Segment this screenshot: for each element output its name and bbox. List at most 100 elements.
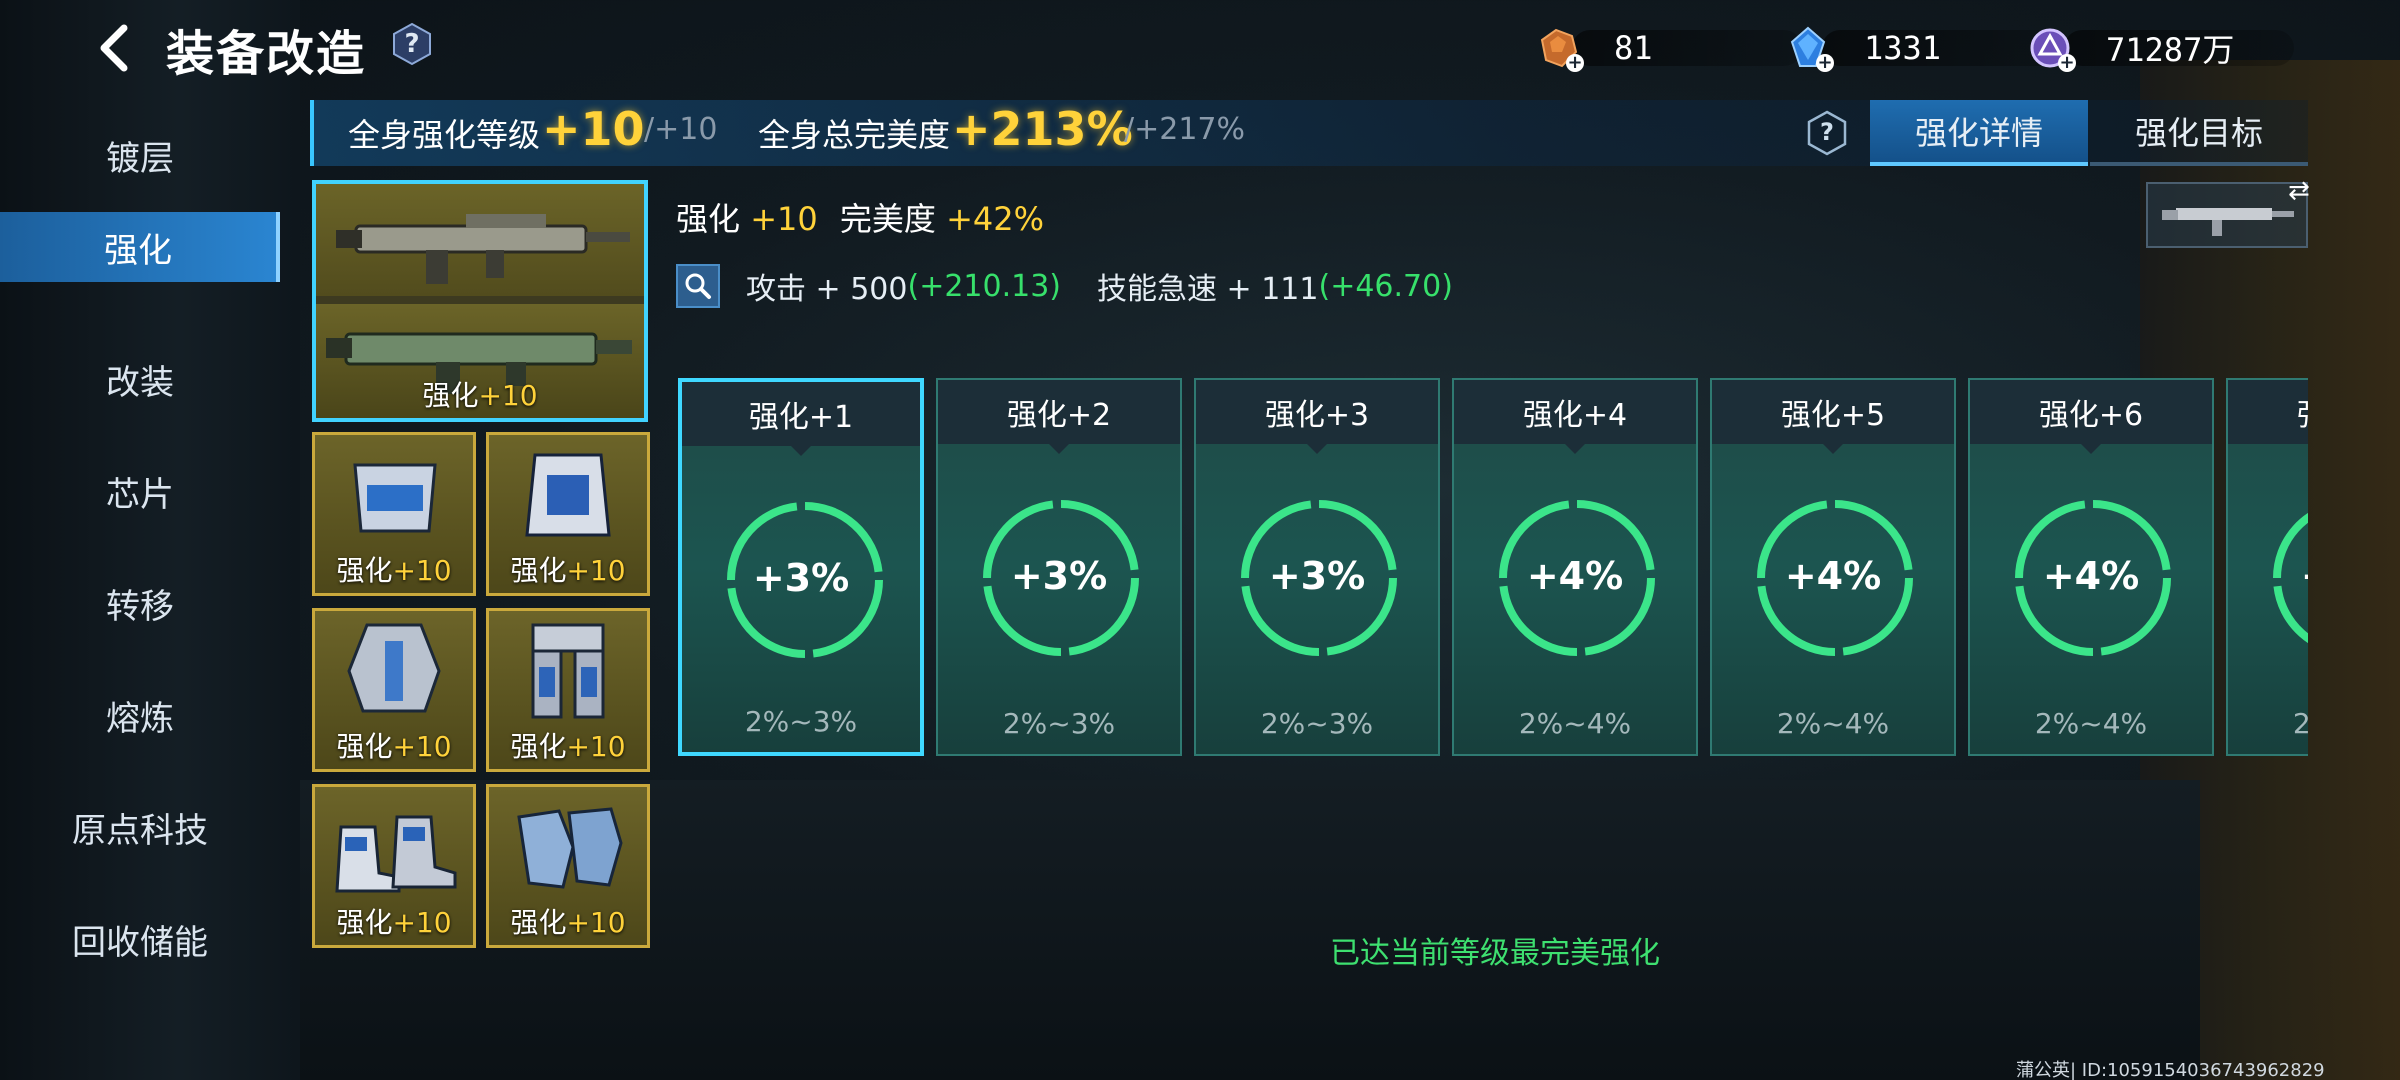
enhance-card-list: 强化+1 +3% 2%~3% 强化+2 +3% 2%~3% 强化+3 +3% 2… bbox=[678, 378, 2308, 758]
chest-armor-icon bbox=[525, 453, 611, 537]
card-range: 2%~4% bbox=[2034, 707, 2148, 740]
weapon-preview-button[interactable] bbox=[2146, 182, 2308, 248]
currency-crystal[interactable]: + 1331 bbox=[1786, 26, 2062, 73]
top-bar: 装备改造 ? + 81 + 1331 + 71287万 bbox=[0, 0, 2400, 96]
enhance-prefix: 强化 bbox=[510, 730, 567, 763]
card-range: 2%~3% bbox=[1260, 707, 1374, 740]
ore-icon: + bbox=[1536, 26, 1584, 72]
total-perfect-value: +213% bbox=[952, 102, 1133, 156]
card-range: 2%~4% bbox=[1776, 707, 1890, 740]
page-title: 装备改造 bbox=[166, 26, 367, 82]
gear-level-label: 强化+10 bbox=[489, 901, 647, 941]
nav-item-smelt[interactable]: 熔炼 bbox=[0, 680, 280, 750]
card-title: 强化+6 bbox=[1970, 380, 2212, 454]
enhance-card-4[interactable]: 强化+4 +4% 2%~4% bbox=[1452, 378, 1698, 756]
total-perfect-max: /+217% bbox=[1124, 112, 1246, 147]
gear-slot-suit[interactable]: 强化+10 bbox=[312, 608, 476, 772]
gear-level-label: 强化+10 bbox=[315, 901, 473, 941]
enhance-level: +10 bbox=[566, 554, 626, 587]
nav-item-recycle[interactable]: 回收储能 bbox=[0, 904, 280, 974]
tab-enhance-details[interactable]: 强化详情 bbox=[1870, 100, 2088, 166]
nav-item-enhance[interactable]: 强化 bbox=[0, 212, 280, 282]
enhance-card-3[interactable]: 强化+3 +3% 2%~3% bbox=[1194, 378, 1440, 756]
stat-row: 攻击 + 500 (+210.13) 技能急速 + 111 (+46.70) bbox=[676, 262, 1453, 310]
card-title: 强化+3 bbox=[1196, 380, 1438, 454]
enhance-prefix: 强化 bbox=[510, 906, 567, 939]
gear-slot-legs[interactable]: 强化+10 bbox=[486, 608, 650, 772]
card-range: 2%~4% bbox=[1518, 707, 1632, 740]
enhance-prefix: 强化 bbox=[336, 554, 393, 587]
gear-slot-helmet[interactable]: 强化+10 bbox=[312, 432, 476, 596]
total-level-value: +10 bbox=[542, 102, 645, 156]
card-percent: +3% bbox=[1268, 554, 1366, 598]
card-percent: +4% bbox=[2042, 554, 2140, 598]
swap-icon[interactable]: ⇄ bbox=[2288, 176, 2310, 206]
back-arrow-icon bbox=[100, 24, 128, 72]
selected-gear-summary: 强化 +10 完美度 +42% bbox=[676, 194, 1044, 240]
purple-orb-icon: + bbox=[2028, 26, 2076, 72]
gear-level-label: 强化+10 bbox=[315, 725, 473, 765]
help-mark: ? bbox=[404, 29, 420, 59]
rifle-icon bbox=[336, 214, 630, 284]
haste-bonus: (+46.70) bbox=[1318, 268, 1453, 304]
perfect-label: 完美度 bbox=[839, 200, 936, 238]
enhance-level: +10 bbox=[566, 906, 626, 939]
enhance-prefix: 强化 bbox=[422, 379, 479, 412]
back-button[interactable] bbox=[84, 18, 144, 78]
enhance-level: +10 bbox=[392, 906, 452, 939]
card-percent: +4% bbox=[1526, 554, 1624, 598]
card-title: 强化+1 bbox=[682, 382, 920, 456]
perfect-value: +42% bbox=[946, 200, 1045, 238]
currency-pill bbox=[1822, 30, 2062, 66]
card-title: 强化+4 bbox=[1454, 380, 1696, 454]
nav-item-plating[interactable]: 镀层 bbox=[0, 120, 280, 190]
nav-item-chip[interactable]: 芯片 bbox=[0, 456, 280, 526]
enhance-level: +10 bbox=[478, 379, 538, 412]
nav-item-origin-tech[interactable]: 原点科技 bbox=[0, 792, 280, 862]
footer-user-id: 蒲公英| ID:1059154036743962829 bbox=[2016, 1060, 2325, 1080]
total-perfect-label: 全身总完美度 bbox=[758, 116, 951, 154]
search-icon bbox=[685, 273, 711, 299]
currency-ore[interactable]: + 81 bbox=[1536, 26, 1802, 72]
enhance-level: +10 bbox=[566, 730, 626, 763]
tab-enhance-target[interactable]: 强化目标 bbox=[2090, 100, 2308, 166]
gear-slot-armor[interactable]: 强化+10 bbox=[486, 432, 650, 596]
enhance-level: +10 bbox=[392, 554, 452, 587]
help-button[interactable]: ? bbox=[392, 22, 432, 66]
attack-bonus: (+210.13) bbox=[907, 268, 1061, 304]
helmet-icon bbox=[353, 463, 437, 533]
gear-slot-weapon[interactable]: 强化+10 bbox=[312, 180, 648, 422]
enhance-card-5[interactable]: 强化+5 +4% 2%~4% bbox=[1710, 378, 1956, 756]
enhance-card-1[interactable]: 强化+1 +3% 2%~3% bbox=[678, 378, 924, 756]
gear-level-label: 强化+10 bbox=[489, 549, 647, 589]
stat-detail-button[interactable] bbox=[676, 264, 720, 308]
card-percent: +3% bbox=[752, 556, 850, 600]
crystal-count: 1331 bbox=[1864, 29, 1942, 67]
leg-armor-icon bbox=[531, 623, 605, 719]
nav-item-modify[interactable]: 改装 bbox=[0, 344, 280, 414]
summary-help-button[interactable]: ? bbox=[1806, 110, 1848, 156]
card-range: 2%~3% bbox=[744, 705, 858, 738]
enhance-prefix: 强化 bbox=[510, 554, 567, 587]
add-ore-icon: + bbox=[1566, 52, 1584, 73]
gear-level-label: 强化+10 bbox=[489, 725, 647, 765]
add-crystal-icon: + bbox=[1816, 52, 1834, 73]
weapon-secondary[interactable]: 强化+10 bbox=[316, 304, 644, 418]
gloves-icon bbox=[517, 807, 623, 889]
card-percent: +4% bbox=[2228, 554, 2308, 598]
total-level-max: /+10 bbox=[644, 112, 718, 147]
weapon-primary[interactable] bbox=[316, 184, 644, 296]
haste-stat: 技能急速 + 111 bbox=[1097, 272, 1319, 307]
enhance-card-2[interactable]: 强化+2 +3% 2%~3% bbox=[936, 378, 1182, 756]
enhance-value: +10 bbox=[750, 200, 818, 238]
gear-slot-gloves[interactable]: 强化+10 bbox=[486, 784, 650, 948]
enhance-card-6[interactable]: 强化+6 +4% 2%~4% bbox=[1968, 378, 2214, 756]
enhance-card-7[interactable]: 强化+7 +4% 2%~4% bbox=[2226, 378, 2308, 756]
gear-slot-boots[interactable]: 强化+10 bbox=[312, 784, 476, 948]
card-percent: +3% bbox=[1010, 554, 1108, 598]
currency-orb[interactable]: + 71287万 bbox=[2028, 26, 2294, 72]
nav-item-transfer[interactable]: 转移 bbox=[0, 568, 280, 638]
enhance-prefix: 强化 bbox=[336, 730, 393, 763]
card-range: 2%~4% bbox=[2292, 707, 2308, 740]
card-percent: +4% bbox=[1784, 554, 1882, 598]
